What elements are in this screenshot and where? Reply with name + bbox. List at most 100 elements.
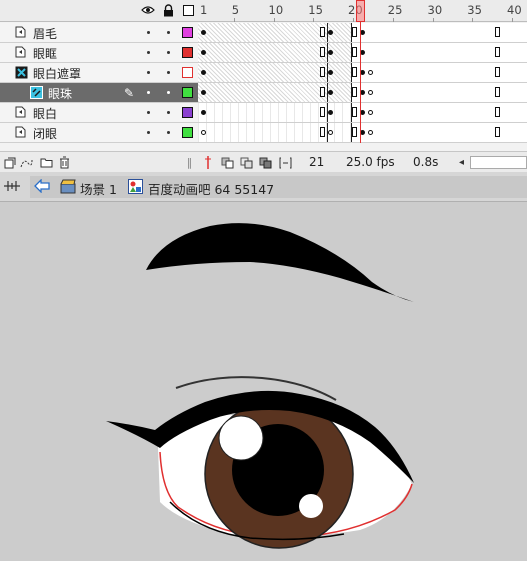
symbol-label[interactable]: 百度动画吧 64 55147 [148,179,274,198]
visibility-toggle[interactable] [147,31,150,34]
current-frame-readout: 21 [309,155,325,169]
mask-layer-icon [15,66,28,79]
blank-keyframe[interactable] [367,90,373,95]
layer-name: 眼白 [33,107,58,121]
lock-toggle[interactable] [167,131,170,134]
onion-skin-icon[interactable] [221,156,234,169]
visibility-toggle[interactable] [147,91,150,94]
end-frame-marker[interactable] [320,127,326,137]
outline-color-swatch[interactable] [182,107,193,118]
onion-skin-outlines-icon[interactable] [240,156,253,169]
layer-frames[interactable] [198,83,527,102]
scene-label[interactable]: 场景 1 [80,179,117,198]
keyframe[interactable] [201,50,206,55]
visibility-toggle[interactable] [147,131,150,134]
layer-row[interactable]: 眼珠 ✎ [0,83,527,103]
end-frame-marker[interactable] [320,87,326,97]
visibility-toggle[interactable] [147,51,150,54]
span-divider [351,43,353,62]
modify-onion-markers-icon[interactable] [279,156,292,169]
ruler-tick [313,18,315,22]
lock-toggle[interactable] [167,31,170,34]
layer-row[interactable]: 眼白遮罩 [0,63,527,83]
end-frame-marker[interactable] [320,47,326,57]
edit-multiple-frames-icon[interactable] [259,156,272,169]
outline-color-swatch[interactable] [182,27,193,38]
layer-name-area[interactable]: 眼珠 ✎ [0,83,198,102]
outline-color-swatch[interactable] [182,47,193,58]
layer-name-area[interactable]: 闭眼 [0,123,198,142]
timeline-scrollbar[interactable] [470,156,527,169]
end-frame-marker[interactable] [352,107,358,117]
edit-bar: 场景 1 百度动画吧 64 55147 [0,172,527,202]
blank-keyframe[interactable] [367,70,373,75]
motion-guide-icon[interactable] [20,156,33,169]
visibility-toggle[interactable] [147,111,150,114]
layer-name-area[interactable]: 眼白遮罩 [0,63,198,82]
outline-all-icon[interactable] [181,3,195,17]
layer-row[interactable]: 眉毛 [0,23,527,43]
span-divider [351,23,353,42]
layer-name: 闭眼 [33,127,58,141]
layer-frames[interactable] [198,123,527,142]
outline-color-swatch[interactable] [182,87,193,98]
playhead[interactable] [356,0,365,22]
end-frame-marker[interactable] [352,127,358,137]
lock-all-icon[interactable] [161,3,175,17]
ruler-label: 25 [387,3,403,17]
end-frame-marker[interactable] [352,67,358,77]
frame-rate-readout[interactable]: 25.0 fps [346,155,395,169]
outline-color-swatch[interactable] [182,127,193,138]
eye-drawing [106,223,414,549]
timeline-toggle-icon[interactable] [3,178,20,194]
end-frame-marker[interactable] [352,87,358,97]
stage[interactable] [0,202,527,561]
end-frame-marker[interactable] [495,107,501,117]
layer-name-area[interactable]: 眼白 [0,103,198,122]
end-frame-marker[interactable] [352,27,358,37]
end-frame-marker[interactable] [495,27,501,37]
show-hide-all-icon[interactable] [141,3,155,17]
end-frame-marker[interactable] [320,27,326,37]
end-frame-marker[interactable] [320,107,326,117]
ruler-tick [273,18,275,22]
visibility-toggle[interactable] [147,71,150,74]
layer-row[interactable]: 闭眼 [0,123,527,143]
blank-keyframe[interactable] [367,110,373,115]
keyframe[interactable] [201,110,206,115]
layer-row[interactable]: 眼眶 [0,43,527,63]
keyframe[interactable] [201,90,206,95]
end-frame-marker[interactable] [495,67,501,77]
layer-row[interactable]: 眼白 [0,103,527,123]
lock-toggle[interactable] [167,71,170,74]
back-arrow-icon[interactable] [34,178,50,195]
outline-color-swatch[interactable] [182,67,193,78]
keyframe[interactable] [201,70,206,75]
lock-toggle[interactable] [167,111,170,114]
ruler-label: 15 [308,3,323,17]
end-frame-marker[interactable] [495,127,501,137]
end-frame-marker[interactable] [320,67,326,77]
end-frame-marker[interactable] [495,87,501,97]
new-layer-icon[interactable] [3,156,16,169]
timeline-panel: 1510152025303540 眉毛眼眶眼白遮罩眼珠✎眼白闭眼 ‖ [0,0,527,172]
lock-toggle[interactable] [167,51,170,54]
lock-toggle[interactable] [167,91,170,94]
highlight-small [299,494,323,518]
layer-frames[interactable] [198,43,527,62]
keyframe[interactable] [201,30,206,35]
new-folder-icon[interactable] [40,156,53,169]
layer-name-area[interactable]: 眉毛 [0,23,198,42]
end-frame-marker[interactable] [352,47,358,57]
playhead-line [360,22,361,143]
trash-icon[interactable] [58,156,71,169]
blank-keyframe[interactable] [367,130,373,135]
layer-frames[interactable] [198,103,527,122]
layer-frames[interactable] [198,63,527,82]
end-frame-marker[interactable] [495,47,501,57]
keyframe[interactable] [201,130,206,135]
scroll-left-icon[interactable]: ◂ [455,156,468,169]
layer-frames[interactable] [198,23,527,42]
center-frame-icon[interactable] [201,156,214,169]
layer-name-area[interactable]: 眼眶 [0,43,198,62]
